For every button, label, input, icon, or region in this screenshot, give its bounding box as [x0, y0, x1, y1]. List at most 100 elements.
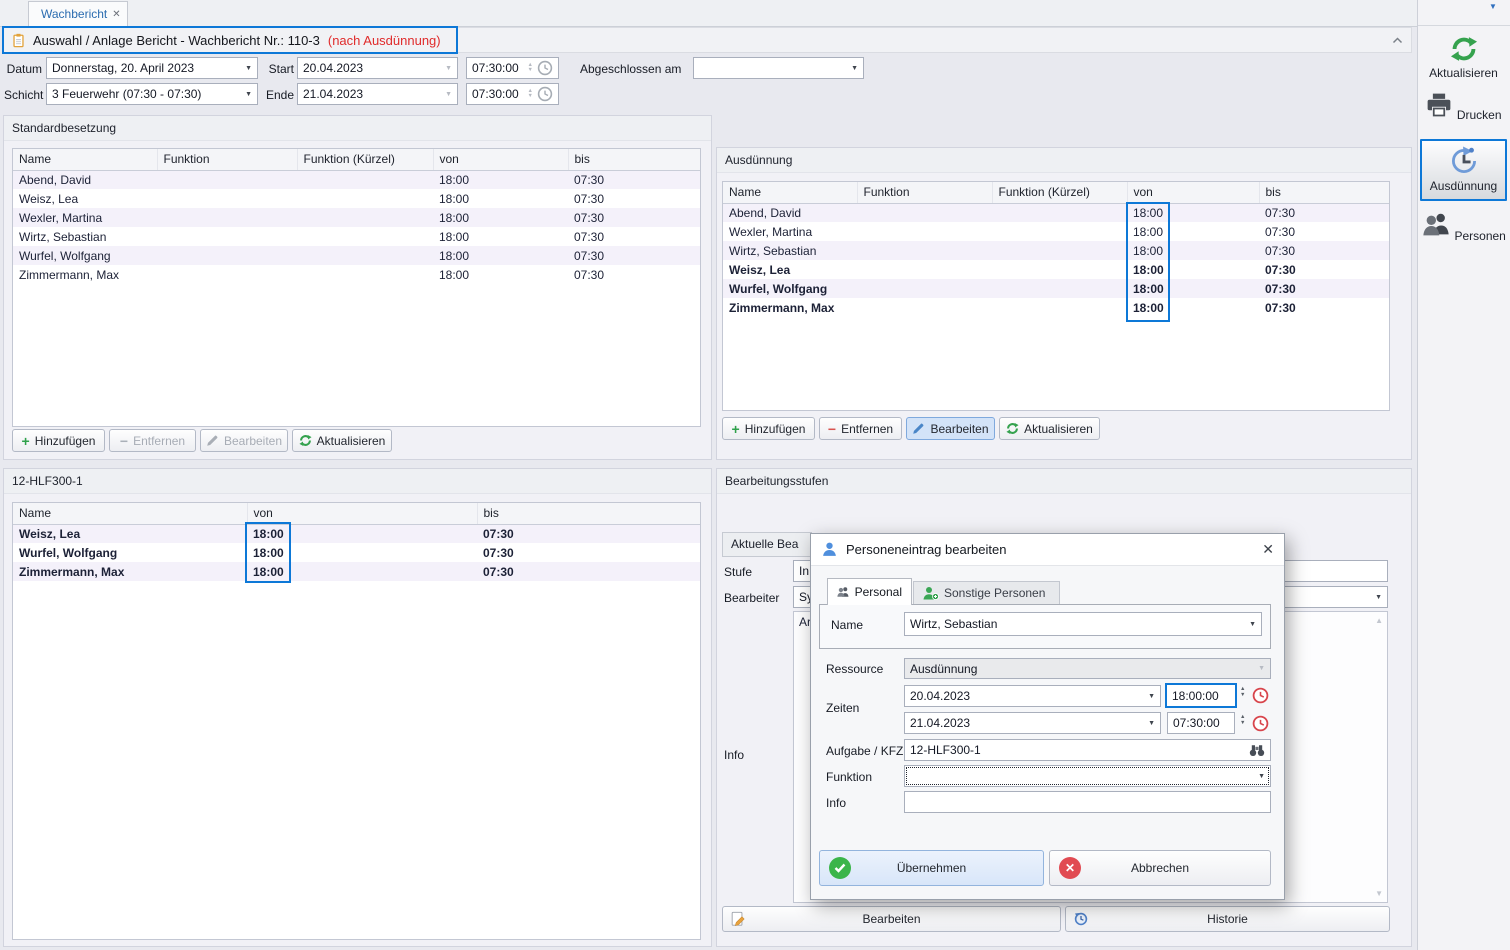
table-row[interactable]: Wirtz, Sebastian18:0007:30 [13, 227, 700, 246]
ende-time-field[interactable]: 07:30:00 ▲▼ [466, 83, 559, 105]
start-time-field-highlighted[interactable]: 18:00:00 [1165, 683, 1237, 708]
table-cell [297, 189, 433, 208]
std-refresh-button[interactable]: Aktualisieren [292, 429, 392, 452]
abbrechen-button[interactable]: ✕ Abbrechen [1049, 850, 1271, 886]
column-header[interactable]: Funktion [857, 182, 992, 203]
time-spinner[interactable]: ▲▼ [528, 89, 533, 100]
time-spinner[interactable]: ▲▼ [1240, 715, 1245, 726]
column-header[interactable]: bis [1259, 182, 1389, 203]
datum-label: Datum [6, 62, 42, 76]
table-row[interactable]: Zimmermann, Max18:0007:30 [13, 265, 700, 284]
collapse-chevron-icon[interactable] [1392, 37, 1403, 44]
dialog-titlebar[interactable]: Personeneintrag bearbeiten ✕ [811, 534, 1284, 566]
historie-button[interactable]: Historie [1065, 906, 1390, 932]
column-header[interactable]: von [247, 503, 477, 524]
table-row[interactable]: Weisz, Lea18:0007:30 [723, 260, 1389, 279]
tab-sonstige-personen[interactable]: Sonstige Personen [913, 581, 1060, 605]
time-spinner[interactable]: ▲▼ [1240, 687, 1245, 698]
scroll-down-icon[interactable]: ▼ [1375, 889, 1383, 898]
abgeschlossen-combo[interactable]: ▼ [693, 57, 864, 79]
tab-aktuelle-bearbeitungsstufe[interactable]: Aktuelle Bea [722, 532, 812, 557]
table-cell: 18:00 [1127, 222, 1259, 241]
table-row[interactable]: Abend, David18:0007:30 [723, 203, 1389, 222]
std-add-button[interactable]: +Hinzufügen [12, 429, 105, 452]
binoculars-icon[interactable] [1249, 743, 1265, 757]
sidebar-item-ausduennung[interactable]: Ausdünnung [1420, 139, 1507, 201]
x-circle-icon: ✕ [1059, 857, 1081, 879]
dialog-info-field[interactable] [904, 791, 1271, 813]
clock-icon[interactable] [537, 60, 553, 76]
aus-refresh-button[interactable]: Aktualisieren [999, 417, 1100, 440]
history-icon [1073, 911, 1089, 927]
ende-date-field[interactable]: 21.04.2023▼ [297, 83, 458, 105]
table-row[interactable]: Wexler, Martina18:0007:30 [723, 222, 1389, 241]
report-header-band: Auswahl / Anlage Bericht - Wachbericht N… [3, 27, 1412, 53]
sidebar-item-personen[interactable]: Personen [1420, 205, 1507, 259]
clock-icon[interactable] [1252, 715, 1269, 732]
start-date-field[interactable]: 20.04.2023▼ [297, 57, 458, 79]
ausduennung-table: NameFunktionFunktion (Kürzel)vonbisAbend… [723, 182, 1389, 317]
table-row[interactable]: Weisz, Lea18:0007:30 [13, 189, 700, 208]
table-row[interactable]: Wexler, Martina18:0007:30 [13, 208, 700, 227]
datum-combo[interactable]: Donnerstag, 20. April 2023▼ [46, 57, 258, 79]
aus-add-button[interactable]: +Hinzufügen [722, 417, 815, 440]
bearbeiten-button[interactable]: Bearbeiten [722, 906, 1061, 932]
std-remove-button[interactable]: −Entfernen [109, 429, 196, 452]
tab-wachbericht[interactable]: Wachbericht ✕ [28, 1, 128, 26]
schicht-combo[interactable]: 3 Feuerwehr (07:30 - 07:30)▼ [46, 83, 258, 105]
page-title-suffix: (nach Ausdünnung) [328, 33, 441, 48]
clock-icon[interactable] [1252, 687, 1269, 704]
column-header[interactable]: Funktion [157, 149, 297, 170]
close-icon[interactable]: ✕ [1262, 541, 1274, 558]
chevron-down-icon: ▼ [847, 65, 858, 72]
aus-edit-button[interactable]: Bearbeiten [906, 417, 995, 440]
table-cell [857, 241, 992, 260]
column-header[interactable]: von [433, 149, 568, 170]
clipboard-icon [12, 33, 25, 48]
start-time-field[interactable]: 07:30:00 ▲▼ [466, 57, 559, 79]
table-cell [992, 279, 1127, 298]
aufgabe-field[interactable]: 12-HLF300-1 [904, 739, 1271, 761]
table-cell: 07:30 [1259, 260, 1389, 279]
table-cell: Weisz, Lea [13, 524, 247, 543]
ressource-field: Ausdünnung▼ [904, 658, 1271, 679]
table-row[interactable]: Abend, David18:0007:30 [13, 170, 700, 189]
table-row[interactable]: Zimmermann, Max18:0007:30 [723, 298, 1389, 317]
name-combo[interactable]: Wirtz, Sebastian▼ [904, 612, 1262, 636]
table-row[interactable]: Weisz, Lea18:0007:30 [13, 524, 700, 543]
start-date-combo[interactable]: 20.04.2023▼ [904, 685, 1161, 707]
std-edit-button[interactable]: Bearbeiten [200, 429, 288, 452]
table-row[interactable]: Wirtz, Sebastian18:0007:30 [723, 241, 1389, 260]
uebernehmen-button[interactable]: Übernehmen [819, 850, 1044, 886]
start-date-value: 20.04.2023 [303, 61, 363, 75]
aus-remove-button[interactable]: −Entfernen [819, 417, 902, 440]
table-row[interactable]: Wurfel, Wolfgang18:0007:30 [13, 543, 700, 562]
sidebar-item-aktualisieren[interactable]: Aktualisieren [1420, 30, 1507, 82]
sidebar-menu-arrow-icon[interactable]: ▼ [1489, 2, 1497, 11]
table-row[interactable]: Zimmermann, Max18:0007:30 [13, 562, 700, 581]
end-date-combo[interactable]: 21.04.2023▼ [904, 712, 1161, 734]
column-header[interactable]: bis [477, 503, 700, 524]
column-header[interactable]: Funktion (Kürzel) [992, 182, 1127, 203]
column-header[interactable]: Name [13, 149, 157, 170]
sidebar-item-drucken[interactable]: Drucken [1420, 86, 1507, 138]
clock-icon[interactable] [537, 86, 553, 102]
column-header[interactable]: Name [13, 503, 247, 524]
scroll-up-icon[interactable]: ▲ [1375, 616, 1383, 625]
time-spinner[interactable]: ▲▼ [528, 63, 533, 74]
tab-close-icon[interactable]: ✕ [112, 9, 120, 20]
end-time-field[interactable]: 07:30:00 [1167, 712, 1235, 734]
table-cell: Wirtz, Sebastian [723, 241, 857, 260]
chevron-down-icon: ▼ [1144, 693, 1155, 700]
column-header[interactable]: bis [568, 149, 700, 170]
table-cell [157, 208, 297, 227]
column-header[interactable]: Funktion (Kürzel) [297, 149, 433, 170]
table-row[interactable]: Wurfel, Wolfgang18:0007:30 [723, 279, 1389, 298]
funktion-combo[interactable]: ▼ [904, 765, 1271, 787]
column-header[interactable]: Name [723, 182, 857, 203]
table-row[interactable]: Wurfel, Wolfgang18:0007:30 [13, 246, 700, 265]
column-header[interactable]: von [1127, 182, 1259, 203]
tab-personal[interactable]: Personal [827, 578, 912, 605]
app-window: Wachbericht ✕ Auswahl / Anlage Bericht -… [0, 0, 1510, 950]
vehicle-title: 12-HLF300-1 [4, 469, 711, 494]
